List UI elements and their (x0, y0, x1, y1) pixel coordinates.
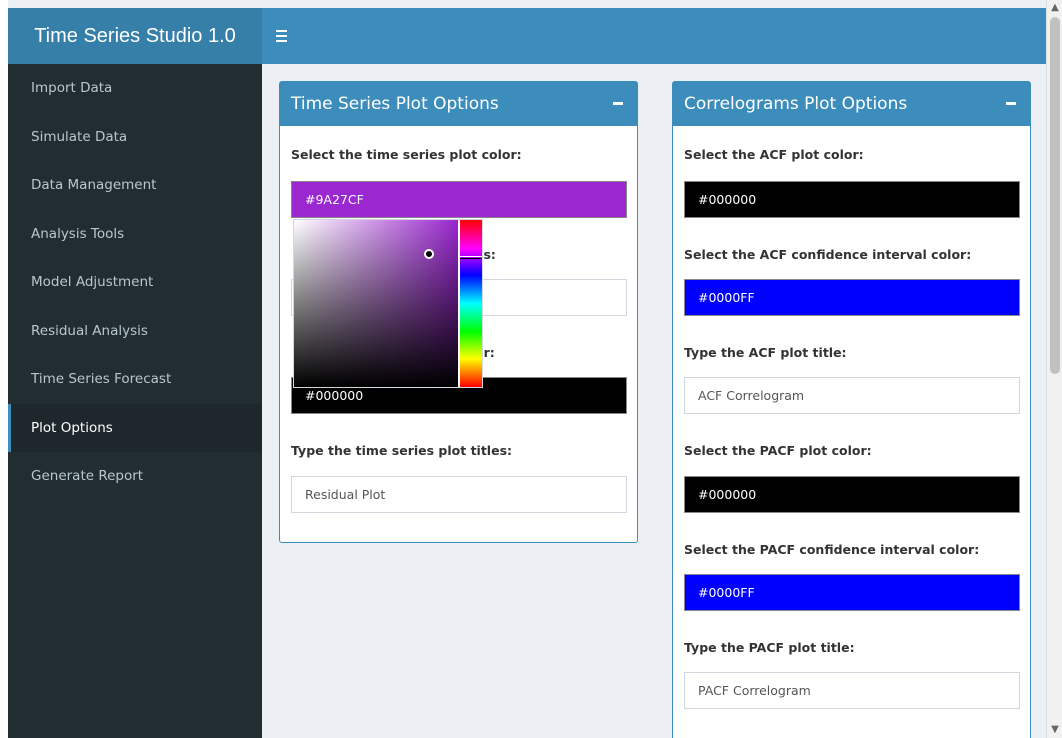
sidebar-item-label: Generate Report (31, 468, 144, 485)
box-header: Time Series Plot Options (280, 82, 637, 126)
chevron-up-icon[interactable]: ▲ (1047, 0, 1062, 16)
pacf-title-input[interactable]: PACF Correlogram (684, 672, 1020, 709)
color-knob[interactable] (424, 249, 434, 259)
hamburger-icon[interactable] (276, 24, 292, 48)
sidebar-item-analysis-tools[interactable]: Analysis Tools (8, 210, 262, 259)
sidebar-item-plot-options[interactable]: Plot Options (8, 403, 262, 452)
acf-color-input[interactable]: #000000 (684, 181, 1020, 218)
minus-icon[interactable] (1006, 102, 1016, 105)
sidebar-item-simulate-data[interactable]: Simulate Data (8, 113, 262, 162)
saturation-value-area[interactable] (294, 220, 458, 387)
box-title: Time Series Plot Options (291, 94, 499, 114)
app-title: Time Series Studio 1.0 (34, 24, 236, 47)
acf-title-label: Type the ACF plot title: (684, 345, 847, 360)
hue-slider[interactable] (460, 220, 482, 387)
sidebar-item-label: Model Adjustment (31, 274, 154, 291)
sidebar-item-residual-analysis[interactable]: Residual Analysis (8, 307, 262, 356)
sidebar-item-model-adjustment[interactable]: Model Adjustment (8, 258, 262, 307)
sidebar-item-label: Import Data (31, 80, 113, 97)
scroll-thumb[interactable] (1050, 17, 1060, 374)
pacf-title-label: Type the PACF plot title: (684, 640, 855, 655)
main-content: Time Series Plot Options Select the time… (262, 64, 1046, 738)
top-navbar (262, 8, 1046, 64)
ts-titles-label: Type the time series plot titles: (291, 443, 513, 458)
correlograms-options-box: Correlograms Plot Options Select the ACF… (672, 81, 1031, 738)
pacf-ci-label: Select the PACF confidence interval colo… (684, 542, 980, 557)
sidebar: Import Data Simulate Data Data Managemen… (8, 64, 262, 738)
hue-marker[interactable] (460, 256, 482, 259)
sidebar-item-generate-report[interactable]: Generate Report (8, 452, 262, 501)
sidebar-item-label: Data Management (31, 177, 157, 194)
sidebar-item-label: Simulate Data (31, 128, 128, 145)
minus-icon[interactable] (613, 102, 623, 105)
pacf-ci-input[interactable]: #0000FF (684, 574, 1020, 611)
acf-ci-label: Select the ACF confidence interval color… (684, 247, 972, 262)
acf-ci-input[interactable]: #0000FF (684, 279, 1020, 316)
sidebar-item-label: Analysis Tools (31, 225, 125, 242)
sidebar-item-data-management[interactable]: Data Management (8, 161, 262, 210)
page-scrollbar[interactable]: ▲ ▼ (1046, 0, 1062, 738)
ts-color-input[interactable]: #9A27CF (291, 181, 627, 218)
chevron-down-icon[interactable]: ▼ (1047, 722, 1062, 738)
sidebar-item-label: Residual Analysis (31, 322, 148, 339)
sidebar-item-label: Time Series Forecast (31, 371, 172, 388)
app-logo[interactable]: Time Series Studio 1.0 (8, 8, 262, 64)
sidebar-item-time-series-forecast[interactable]: Time Series Forecast (8, 355, 262, 404)
acf-title-input[interactable]: ACF Correlogram (684, 377, 1020, 414)
color-picker-popup (293, 219, 483, 388)
box-header: Correlograms Plot Options (673, 82, 1030, 126)
left-margin (0, 0, 8, 738)
ts-titles-input[interactable]: Residual Plot (291, 476, 627, 513)
acf-color-label: Select the ACF plot color: (684, 147, 864, 162)
ts-color-label: Select the time series plot color: (291, 147, 522, 162)
box-title: Correlograms Plot Options (684, 94, 908, 114)
sidebar-item-label: Plot Options (31, 419, 113, 436)
pacf-color-label: Select the PACF plot color: (684, 443, 872, 458)
sidebar-item-import-data[interactable]: Import Data (8, 64, 262, 113)
pacf-color-input[interactable]: #000000 (684, 476, 1020, 513)
